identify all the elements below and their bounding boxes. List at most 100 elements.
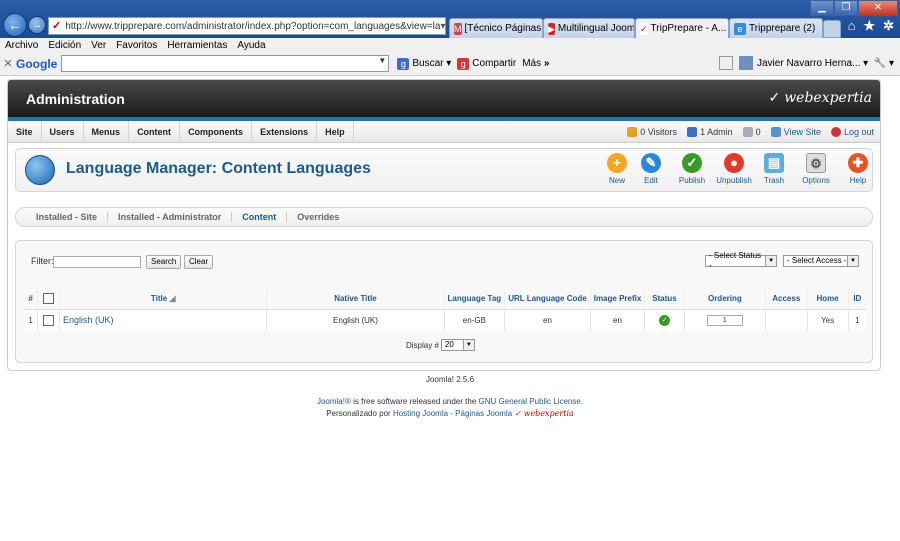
- search-button[interactable]: Search: [146, 255, 182, 269]
- menu-ver[interactable]: Ver: [86, 40, 111, 51]
- favorites-star-icon[interactable]: ★: [863, 18, 875, 34]
- col-image-prefix[interactable]: Image Prefix: [590, 289, 646, 310]
- google-toolbar: ✕ Google ▼ g Buscar ▾ g Compartir Más » …: [0, 52, 900, 76]
- nav-extensions[interactable]: Extensions: [252, 120, 318, 143]
- access-select[interactable]: - Select Access - ▼: [783, 255, 859, 267]
- nav-site[interactable]: Site: [8, 120, 42, 143]
- close-window-button[interactable]: ✕: [858, 0, 898, 16]
- tripprepare-icon: ✓: [640, 22, 648, 35]
- col-id[interactable]: ID: [848, 289, 866, 310]
- view-site-link[interactable]: View Site: [770, 127, 821, 137]
- back-button[interactable]: ←: [3, 13, 27, 37]
- edit-button[interactable]: ✎ Edit: [631, 153, 671, 189]
- display-pager: Display # 20 ▼: [406, 339, 475, 351]
- nav-users[interactable]: Users: [42, 120, 84, 143]
- col-status[interactable]: Status: [644, 289, 685, 310]
- google-user[interactable]: Javier Navarro Herna... ▾ 🔧 ▾: [719, 56, 894, 70]
- admin-user-icon: [687, 127, 698, 137]
- browser-tab-4[interactable]: e Tripprepare (2): [729, 18, 823, 38]
- options-icon: ⚙: [806, 153, 826, 173]
- browser-tab-3[interactable]: ✓ TripPrepare - A... ✕: [635, 18, 729, 38]
- messages-icon: [742, 127, 753, 137]
- unpublish-button[interactable]: ● Unpublish: [714, 153, 754, 189]
- gear-icon[interactable]: ✲: [883, 18, 894, 34]
- hosting-joomla-link[interactable]: Hosting Joomla - Páginas Joomla: [393, 409, 512, 418]
- row-url-code: en: [504, 309, 591, 331]
- wrench-icon[interactable]: 🔧: [874, 58, 886, 69]
- buscar-button[interactable]: g Buscar ▾: [397, 57, 451, 70]
- display-select[interactable]: 20 ▼: [440, 339, 475, 351]
- browser-tab-1[interactable]: M [Técnico Páginas ...: [449, 18, 543, 38]
- row-num: 1: [24, 309, 39, 331]
- webexpertia-footer-logo[interactable]: ✓ webexpertia: [514, 409, 573, 418]
- search-icon: g: [397, 57, 410, 70]
- tab-content[interactable]: Content: [232, 212, 288, 222]
- messages-status[interactable]: 0: [742, 127, 761, 137]
- chevron-down-icon[interactable]: ▼: [378, 56, 386, 65]
- menu-edicion[interactable]: Edición: [43, 40, 86, 51]
- compartir-button[interactable]: g Compartir: [457, 57, 516, 70]
- help-button[interactable]: ✚ Help: [838, 153, 878, 189]
- filter-label: Filter:: [31, 256, 54, 266]
- visitors-status: 0 Visitors: [627, 127, 677, 137]
- home-icon[interactable]: ⌂: [848, 18, 856, 34]
- joomla-version: Joomla! 2.5.6: [425, 375, 475, 384]
- custom-line: Personalizado por Hosting Joomla - Págin…: [326, 409, 574, 418]
- tab-overrides[interactable]: Overrides: [287, 212, 349, 222]
- gpl-link[interactable]: GNU General Public License.: [479, 397, 584, 406]
- joomla-link[interactable]: Joomla!®: [317, 397, 351, 406]
- table-header-row: # Title ◢ Native Title Language Tag URL …: [24, 289, 866, 310]
- menu-favoritos[interactable]: Favoritos: [111, 40, 162, 51]
- col-home[interactable]: Home: [807, 289, 849, 310]
- lifebuoy-icon: ✚: [848, 153, 868, 173]
- plus-icon: +: [607, 153, 627, 173]
- page-toolbar: Language Manager: Content Languages + Ne…: [15, 148, 873, 192]
- col-language-tag[interactable]: Language Tag: [444, 289, 506, 310]
- tab-installed-administrator[interactable]: Installed - Administrator: [108, 212, 233, 222]
- publish-button[interactable]: ✓ Publish: [672, 153, 712, 189]
- col-native-title[interactable]: Native Title: [266, 289, 445, 310]
- col-title[interactable]: Title ◢: [59, 289, 268, 310]
- forward-button[interactable]: →: [28, 16, 46, 34]
- tab-installed-site[interactable]: Installed - Site: [26, 212, 109, 222]
- mas-button[interactable]: Más »: [522, 58, 549, 69]
- menu-archivo[interactable]: Archivo: [0, 40, 43, 51]
- webexpertia-logo: ✓ webexpertia: [768, 90, 872, 106]
- google-search-input[interactable]: ▼: [61, 55, 390, 72]
- filter-input[interactable]: [53, 256, 141, 268]
- logout-link[interactable]: Log out: [830, 127, 874, 137]
- clear-button[interactable]: Clear: [184, 255, 214, 269]
- col-url-code[interactable]: URL Language Code: [504, 289, 591, 310]
- nav-help[interactable]: Help: [317, 120, 354, 143]
- ordering-input[interactable]: 1: [706, 314, 743, 326]
- check-all-checkbox[interactable]: [43, 293, 55, 305]
- col-ordering[interactable]: Ordering: [684, 289, 767, 310]
- row-checkbox[interactable]: [43, 314, 55, 326]
- nav-content[interactable]: Content: [129, 120, 181, 143]
- menu-herramientas[interactable]: Herramientas: [162, 40, 232, 51]
- nav-components[interactable]: Components: [180, 120, 253, 143]
- row-title-link[interactable]: English (UK): [59, 309, 268, 331]
- nav-menus[interactable]: Menus: [84, 120, 130, 143]
- menu-ayuda[interactable]: Ayuda: [232, 40, 270, 51]
- options-button[interactable]: ⚙ Options: [796, 153, 836, 189]
- url-text: http://www.tripprepare.com/administrator…: [65, 20, 441, 32]
- trash-button[interactable]: ▤ Trash: [754, 153, 794, 189]
- status-select[interactable]: - Select Status - ▼: [705, 251, 777, 270]
- address-bar[interactable]: ✓ http://www.tripprepare.com/administrat…: [48, 17, 446, 35]
- browser-tab-2[interactable]: ▶ Multilingual Joom...: [543, 18, 635, 38]
- row-language-tag: en-GB: [444, 309, 506, 331]
- dropdown-arrow-icon[interactable]: ▾: [440, 21, 445, 32]
- row-status: ✓: [644, 309, 685, 331]
- admin-status: 0 Visitors 1 Admin 0 View Site Log out: [627, 121, 874, 143]
- visitors-icon: [627, 127, 638, 137]
- col-access[interactable]: Access: [765, 289, 808, 310]
- bookmark-square-icon[interactable]: [719, 56, 733, 70]
- maximize-button[interactable]: ❐: [834, 0, 858, 16]
- new-tab-button[interactable]: [823, 20, 841, 38]
- close-toolbar-icon[interactable]: ✕: [0, 57, 16, 70]
- published-check-icon[interactable]: ✓: [659, 314, 670, 326]
- minimize-button[interactable]: ▁: [810, 0, 834, 16]
- trash-icon: ▤: [764, 153, 784, 173]
- page-title: Language Manager: Content Languages: [66, 160, 371, 177]
